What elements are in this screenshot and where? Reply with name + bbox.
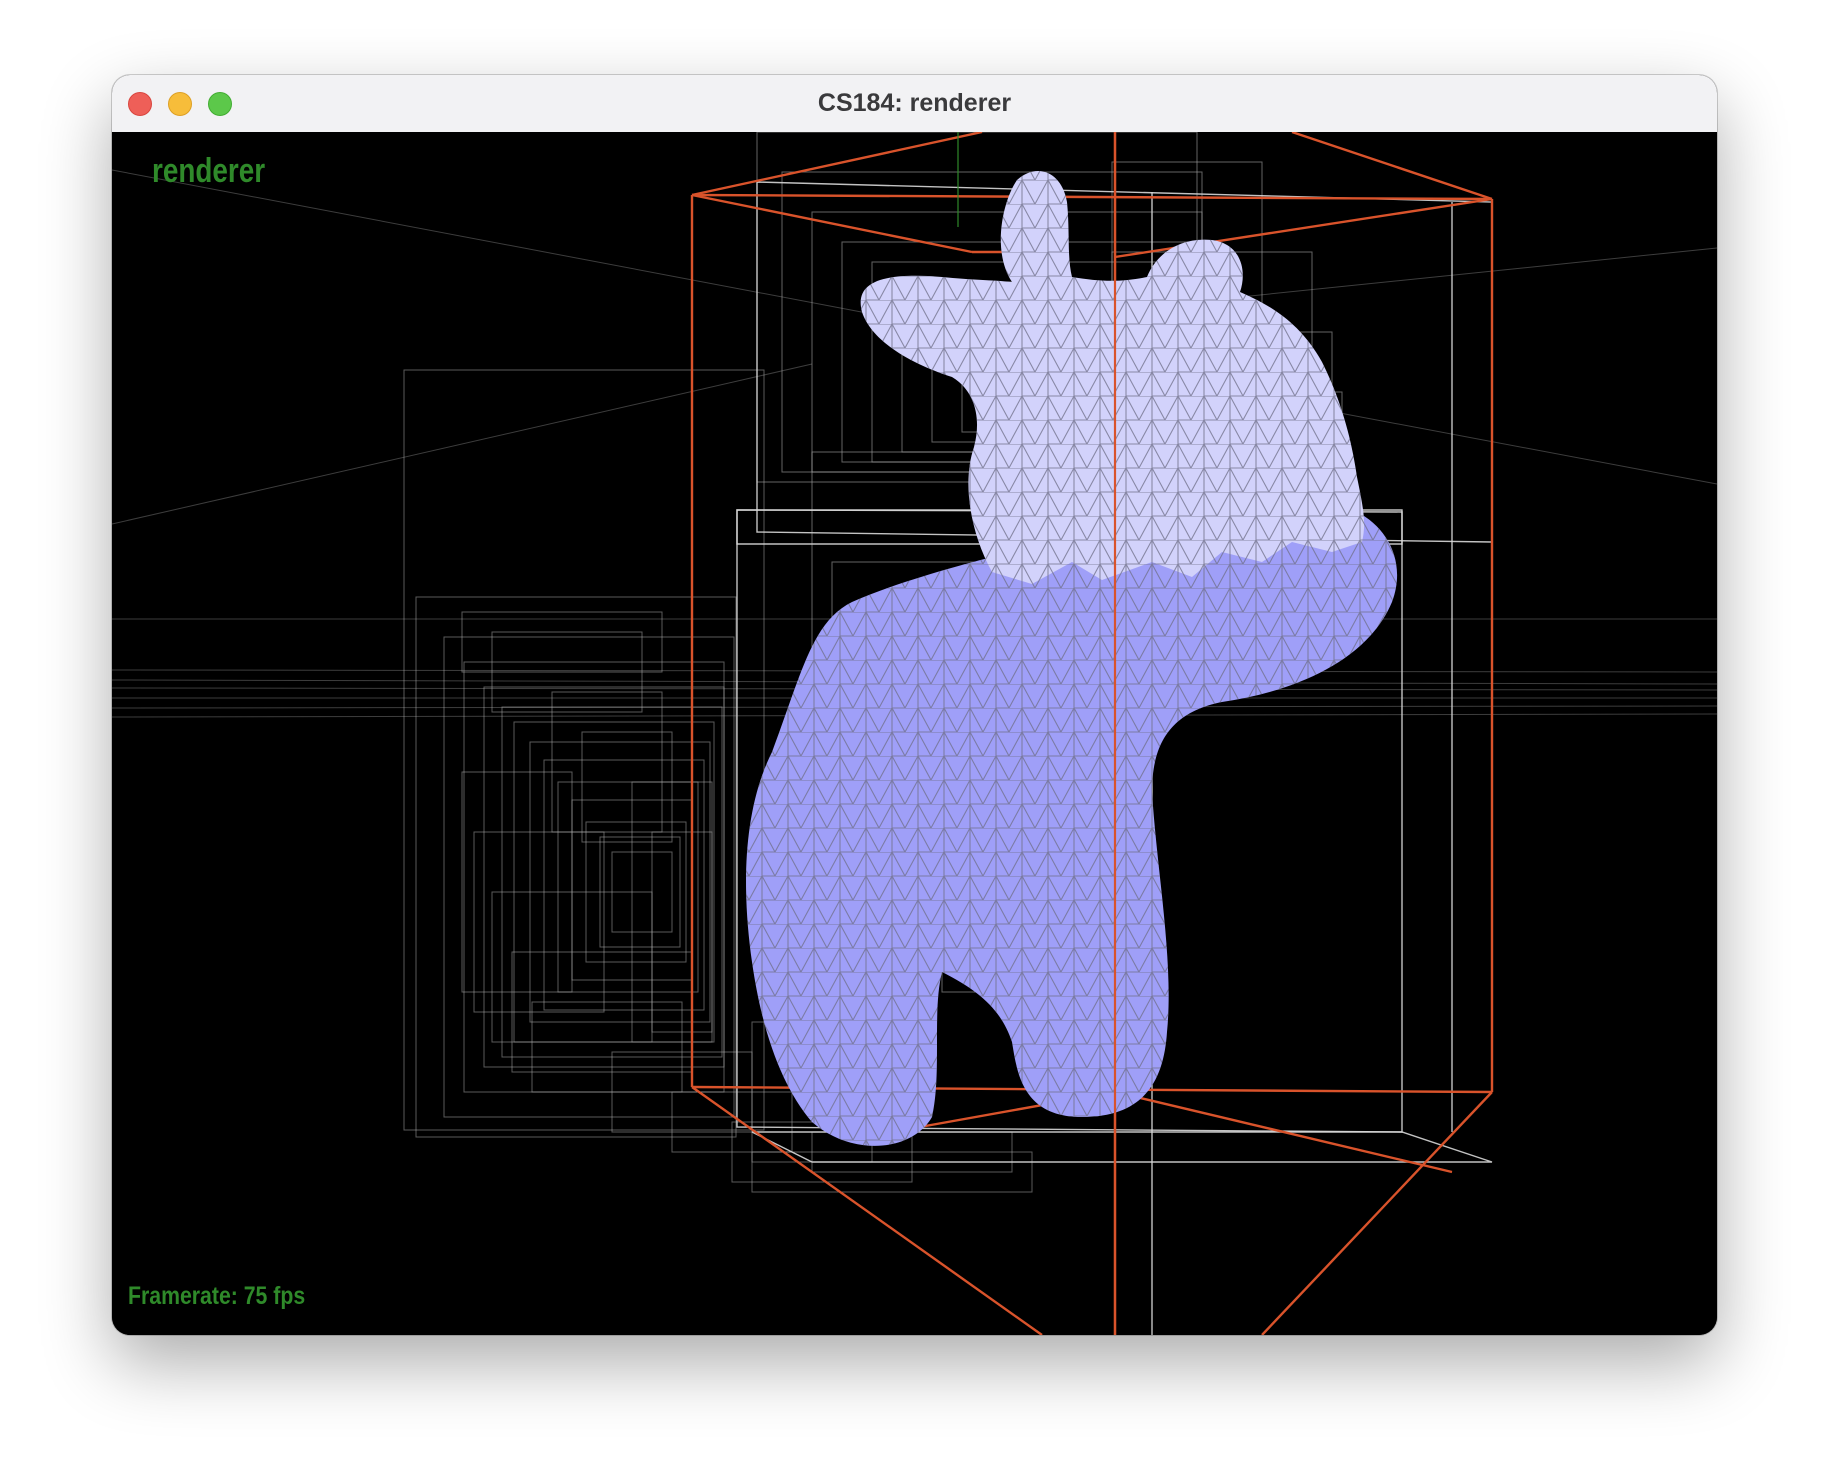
mesh-body (746, 512, 1398, 1146)
window-title: CS184: renderer (817, 89, 1012, 117)
framerate-readout: Framerate: 75 fps (128, 1282, 306, 1310)
render-viewport[interactable]: renderer Framerate: 75 fps (112, 132, 1717, 1335)
app-name-label: renderer (152, 152, 266, 190)
scene-canvas[interactable] (112, 132, 1717, 1335)
title-bar[interactable]: CS184: renderer (112, 75, 1717, 133)
app-window: CS184: renderer renderer Framerate: 75 f… (112, 75, 1717, 1335)
